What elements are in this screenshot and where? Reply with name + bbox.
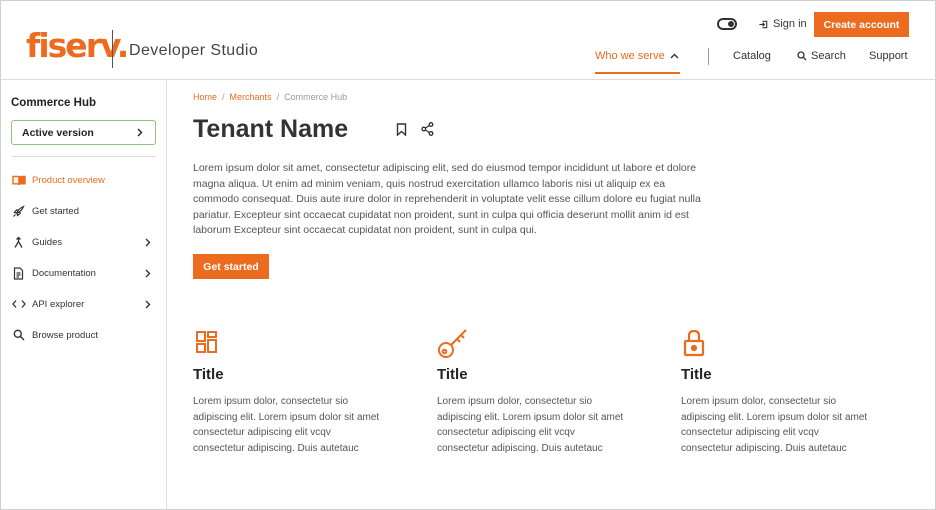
breadcrumb-current: Commerce Hub (284, 92, 348, 102)
sidebar-title: Commerce Hub (11, 97, 96, 109)
sidebar-item-label: API explorer (32, 298, 85, 310)
page-description: Lorem ipsum dolor sit amet, consectetur … (193, 162, 701, 236)
sidebar-nav: Product overview Get started Guides Docu… (11, 172, 151, 358)
chevron-right-icon (145, 238, 151, 247)
sidebar: Commerce Hub Active version Product over… (0, 80, 167, 510)
feature-description: Lorem ipsum dolor, consectetur sio adipi… (193, 396, 380, 454)
breadcrumb-home[interactable]: Home (193, 92, 217, 102)
sidebar-item-label: Get started (32, 205, 79, 217)
top-header: fiserv. Developer Studio Sign in Create … (0, 0, 936, 80)
sidebar-item-product-overview[interactable]: Product overview (11, 172, 151, 188)
book-icon (11, 174, 26, 187)
sidebar-item-guides[interactable]: Guides (11, 234, 151, 250)
feature-title: Title (437, 366, 468, 383)
developer-studio-title: Developer Studio (129, 42, 259, 59)
breadcrumb-separator: / (276, 92, 280, 102)
feature-card: Title Lorem ipsum dolor, consectetur sio… (193, 328, 393, 456)
merge-icon (11, 236, 26, 249)
dashboard-icon (193, 328, 393, 360)
sidebar-item-documentation[interactable]: Documentation (11, 265, 151, 281)
chevron-right-icon (145, 269, 151, 278)
sidebar-divider (11, 156, 156, 157)
active-nav-underline (595, 72, 680, 74)
page-title: Tenant Name (193, 115, 349, 143)
sidebar-item-label: Guides (32, 236, 63, 248)
nav-search[interactable]: Search (797, 50, 846, 62)
document-icon (11, 266, 26, 280)
feature-card: Title Lorem ipsum dolor, consectetur sio… (681, 328, 881, 456)
sidebar-item-browse-product[interactable]: Browse product (11, 327, 151, 343)
sign-in-label: Sign in (773, 18, 807, 30)
nav-who-we-serve-label: Who we serve (595, 50, 665, 62)
nav-support[interactable]: Support (869, 50, 908, 62)
sidebar-item-get-started[interactable]: Get started (11, 203, 151, 219)
nav-catalog[interactable]: Catalog (733, 50, 771, 62)
feature-card: Title Lorem ipsum dolor, consectetur sio… (437, 328, 637, 456)
feature-title: Title (681, 366, 712, 383)
create-account-button[interactable]: Create account (814, 12, 909, 37)
key-icon (437, 328, 637, 360)
nav-divider (708, 48, 709, 65)
search-icon (797, 51, 807, 61)
code-icon (11, 298, 26, 311)
chevron-right-icon (137, 128, 143, 137)
get-started-button[interactable]: Get started (193, 254, 269, 279)
active-version-button[interactable]: Active version (11, 120, 156, 145)
sidebar-item-label: Product overview (32, 174, 105, 186)
sign-in-icon (759, 20, 768, 28)
breadcrumb-merchants[interactable]: Merchants (230, 92, 272, 102)
sidebar-item-label: Documentation (32, 267, 96, 279)
sidebar-item-label: Browse product (32, 329, 99, 341)
sign-in-link[interactable]: Sign in (758, 18, 807, 30)
breadcrumb-separator: / (222, 92, 225, 102)
lock-icon (681, 328, 881, 360)
rocket-icon (11, 204, 26, 218)
theme-toggle-icon[interactable] (717, 18, 737, 30)
feature-title: Title (193, 366, 224, 383)
feature-description: Lorem ipsum dolor, consectetur sio adipi… (437, 396, 624, 454)
nav-search-label: Search (811, 50, 846, 62)
chevron-up-icon (670, 53, 679, 59)
bookmark-icon[interactable] (396, 123, 407, 136)
active-version-label: Active version (22, 126, 94, 139)
logo-divider (112, 30, 113, 68)
search-icon (11, 329, 26, 342)
breadcrumb: Home / Merchants / Commerce Hub (193, 92, 347, 102)
feature-description: Lorem ipsum dolor, consectetur sio adipi… (681, 396, 868, 454)
nav-who-we-serve[interactable]: Who we serve (595, 50, 679, 62)
sidebar-item-api-explorer[interactable]: API explorer (11, 296, 151, 312)
chevron-right-icon (145, 300, 151, 309)
share-icon[interactable] (421, 122, 434, 136)
